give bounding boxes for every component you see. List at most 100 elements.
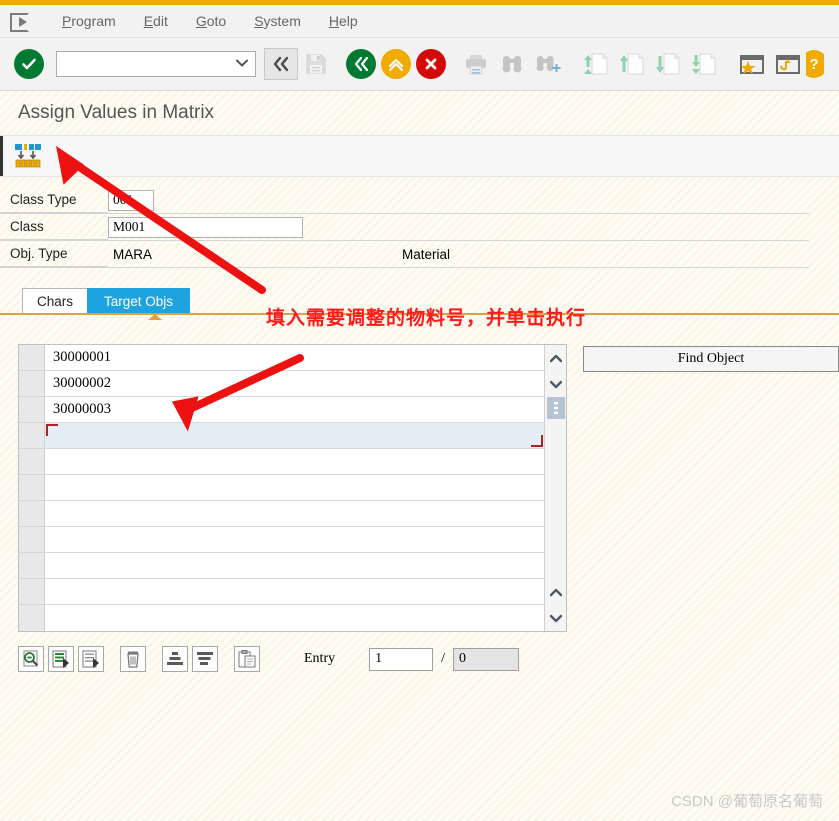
row-value[interactable]: 30000003 [45,397,544,422]
table-body: 30000001 30000002 30000003 [19,345,544,631]
row-value[interactable] [45,501,544,526]
favorites-icon[interactable] [734,47,770,81]
exit-icon[interactable] [10,12,32,32]
entry-total-field: 0 [453,647,519,671]
main-toolbar: ? [0,38,839,91]
first-page-icon[interactable] [578,47,614,81]
save-icon [298,47,334,81]
bottom-toolbar: Entry 1 / 0 [0,646,839,672]
row-value[interactable]: 30000002 [45,371,544,396]
cancel-icon[interactable] [416,49,446,79]
exit-up-icon[interactable] [381,49,411,79]
table-row[interactable] [19,553,544,579]
watermark: CSDN @葡萄原名葡萄 [671,793,823,810]
class-type-label: Class Type [0,187,108,213]
entry-separator: / [441,651,445,666]
obj-type-label: Obj. Type [0,241,108,267]
menu-item-system[interactable]: System [240,10,315,32]
help-icon[interactable]: ? [806,47,824,81]
find-object-button[interactable]: Find Object [583,346,839,372]
row-selector[interactable] [19,553,45,578]
previous-page-icon[interactable] [614,47,650,81]
annotation-text: 填入需要调整的物料号，并单击执行 [266,308,587,329]
enter-icon[interactable] [14,49,44,79]
search-entry-icon[interactable] [18,646,44,672]
tab-chars[interactable]: Chars [22,288,89,314]
row-value[interactable] [45,605,544,631]
material-label: Material [402,246,451,262]
row-value[interactable] [45,423,544,448]
tab-target-objs[interactable]: Target Objs [87,288,191,314]
table-row[interactable] [19,605,544,631]
sort-descending-icon[interactable] [192,646,218,672]
scroll-down-icon[interactable] [545,371,567,397]
find-icon[interactable] [494,47,530,81]
table-row[interactable] [19,449,544,475]
print-icon [458,47,494,81]
page-title-bar: Assign Values in Matrix [0,91,839,135]
table-row-selected[interactable] [19,423,544,449]
row-selector[interactable] [19,371,45,396]
next-page-icon[interactable] [650,47,686,81]
obj-type-value: MARA [113,246,153,262]
insert-row-icon[interactable] [48,646,74,672]
table-row[interactable] [19,501,544,527]
table-row[interactable]: 30000002 [19,371,544,397]
scrollbar-thumb[interactable] [546,397,565,419]
scroll-page-down-icon[interactable] [545,605,567,631]
command-field[interactable] [56,51,256,77]
menu-item-program[interactable]: PProgramrogram [48,10,130,32]
chevron-down-icon[interactable] [236,58,248,70]
customize-layout-icon[interactable] [770,47,806,81]
row-value[interactable] [45,579,544,604]
trash-icon[interactable] [120,646,146,672]
table-row[interactable] [19,579,544,605]
entry-current-input[interactable]: 1 [369,647,434,671]
row-selector[interactable] [19,501,45,526]
table-scrollbar[interactable] [544,345,566,631]
row-selector[interactable] [19,397,45,422]
table-row[interactable] [19,527,544,553]
scroll-page-up-icon[interactable] [545,579,567,605]
back-icon[interactable] [346,49,376,79]
row-selector[interactable] [19,423,45,448]
row-value[interactable] [45,449,544,474]
menu-item-help[interactable]: Help [315,10,372,32]
menu-item-goto[interactable]: Goto [182,10,240,32]
row-selector[interactable] [19,527,45,552]
side-panel: Find Object [583,344,839,632]
paste-clipboard-icon[interactable] [234,646,260,672]
application-toolbar [0,135,839,177]
class-input[interactable]: M001 [108,216,303,238]
row-selector[interactable] [19,579,45,604]
menu-bar: PProgramrogram Edit Goto System Help [0,5,839,38]
class-type-input[interactable]: 001 [108,189,154,211]
row-selector[interactable] [19,449,45,474]
row-value[interactable] [45,475,544,500]
sort-ascending-icon[interactable] [162,646,188,672]
menu-item-edit[interactable]: Edit [130,10,182,32]
form-row-class: Class M001 [0,214,839,241]
execute-matrix-icon[interactable] [14,143,42,169]
enter-button[interactable] [264,48,298,80]
table-row[interactable] [19,475,544,501]
delete-row-icon[interactable] [78,646,104,672]
last-page-icon[interactable] [686,47,722,81]
table-row[interactable]: 30000003 [19,397,544,423]
row-selector[interactable] [19,345,45,370]
tab-chars-label: Chars [37,293,74,309]
form-right-blank-2 [400,214,809,241]
content-area: 30000001 30000002 30000003 Find Object [0,344,839,632]
row-value[interactable] [45,527,544,552]
row-selector[interactable] [19,605,45,631]
find-next-icon[interactable] [530,47,566,81]
row-value[interactable]: 30000001 [45,345,544,370]
form-row-obj-type: Obj. Type MARA Material [0,241,839,268]
table-row[interactable]: 30000001 [19,345,544,371]
row-selector[interactable] [19,475,45,500]
form-right-material: Material [400,241,809,268]
row-value[interactable] [45,553,544,578]
form-row-class-type: Class Type 001 [0,187,839,214]
scroll-up-icon[interactable] [545,345,567,371]
form-area: Class Type 001 Class M001 Obj. Type MARA… [0,177,839,268]
